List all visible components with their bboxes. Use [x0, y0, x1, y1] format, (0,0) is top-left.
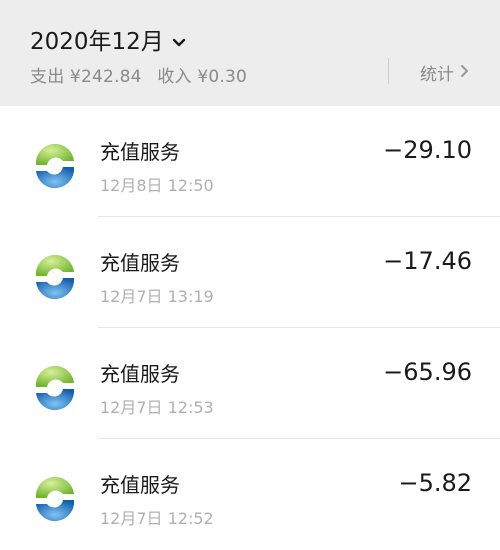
chevron-right-icon [460, 63, 469, 83]
month-selector[interactable]: 2020年12月 [30, 22, 186, 56]
transaction-row[interactable]: 充值服务 12月7日 12:52 −5.82 [0, 439, 500, 550]
month-summary: 支出 ¥242.84 收入 ¥0.30 [30, 62, 257, 87]
stats-label: 统计 [420, 65, 454, 85]
stats-button[interactable]: 统计 [420, 60, 469, 85]
transaction-title: 充值服务 [100, 140, 180, 164]
transaction-time: 12月7日 13:19 [100, 287, 214, 306]
transaction-title: 充值服务 [100, 362, 180, 386]
chevron-down-icon [172, 28, 186, 54]
transaction-time: 12月7日 12:53 [100, 398, 214, 417]
transaction-time: 12月7日 12:52 [100, 509, 214, 528]
transaction-time: 12月8日 12:50 [100, 176, 214, 195]
merchant-logo-icon [30, 474, 80, 524]
month-label: 2020年12月 [30, 29, 164, 55]
income-total: 收入 ¥0.30 [157, 67, 247, 87]
transaction-amount: −17.46 [383, 247, 472, 275]
transaction-amount: −29.10 [383, 136, 472, 164]
transaction-amount: −5.82 [398, 469, 472, 497]
transaction-row[interactable]: 充值服务 12月8日 12:50 −29.10 [0, 106, 500, 217]
expense-total: 支出 ¥242.84 [30, 67, 142, 87]
bill-header: 2020年12月 支出 ¥242.84 收入 ¥0.30 统计 [0, 0, 500, 106]
merchant-logo-icon [30, 141, 80, 191]
transaction-row[interactable]: 充值服务 12月7日 13:19 −17.46 [0, 217, 500, 328]
transaction-amount: −65.96 [383, 358, 472, 386]
merchant-logo-icon [30, 252, 80, 302]
transaction-row[interactable]: 充值服务 12月7日 12:53 −65.96 [0, 328, 500, 439]
transaction-title: 充值服务 [100, 251, 180, 275]
header-divider [388, 58, 389, 84]
transaction-title: 充值服务 [100, 473, 180, 497]
merchant-logo-icon [30, 363, 80, 413]
transaction-list: 充值服务 12月8日 12:50 −29.10 充值服务 12月7日 13:19… [0, 106, 500, 550]
